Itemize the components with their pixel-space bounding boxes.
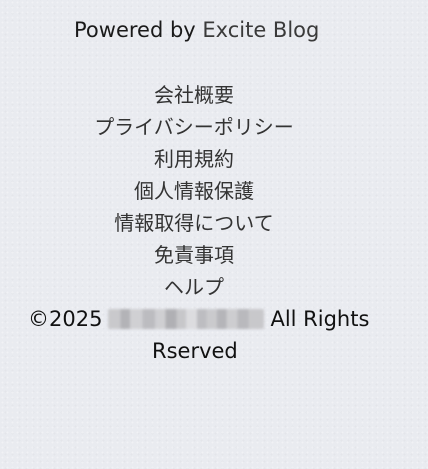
data-acquisition-link[interactable]: 情報取得について: [114, 211, 273, 235]
copyright-line-2: Rserved: [152, 339, 238, 363]
footer-link-item: プライバシーポリシー: [0, 111, 388, 143]
footer-link-item: ヘルプ: [0, 271, 388, 303]
copyright-line-1: ©2025 All Rights: [28, 303, 369, 335]
footer-links: 会社概要 プライバシーポリシー 利用規約 個人情報保護 情報取得について 免責事…: [0, 79, 388, 303]
footer-link-item: 個人情報保護: [0, 175, 388, 207]
copyright-rights: All Rights: [270, 307, 370, 331]
company-info-link[interactable]: 会社概要: [154, 83, 234, 107]
privacy-policy-link[interactable]: プライバシーポリシー: [94, 115, 294, 139]
footer-link-item: 情報取得について: [0, 207, 388, 239]
disclaimer-link[interactable]: 免責事項: [154, 243, 234, 267]
footer-link-item: 免責事項: [0, 239, 388, 271]
help-link[interactable]: ヘルプ: [164, 275, 224, 299]
powered-by: Powered by Excite Blog: [74, 15, 319, 45]
footer-link-item: 利用規約: [0, 143, 388, 175]
excite-blog-link[interactable]: Excite Blog: [202, 18, 319, 42]
personal-info-protection-link[interactable]: 個人情報保護: [134, 179, 254, 203]
footer-link-item: 会社概要: [0, 79, 388, 111]
copyright-year: ©2025: [28, 307, 103, 331]
terms-of-use-link[interactable]: 利用規約: [154, 147, 234, 171]
redacted-owner-name: [108, 309, 265, 329]
powered-by-label: Powered by: [74, 18, 203, 42]
